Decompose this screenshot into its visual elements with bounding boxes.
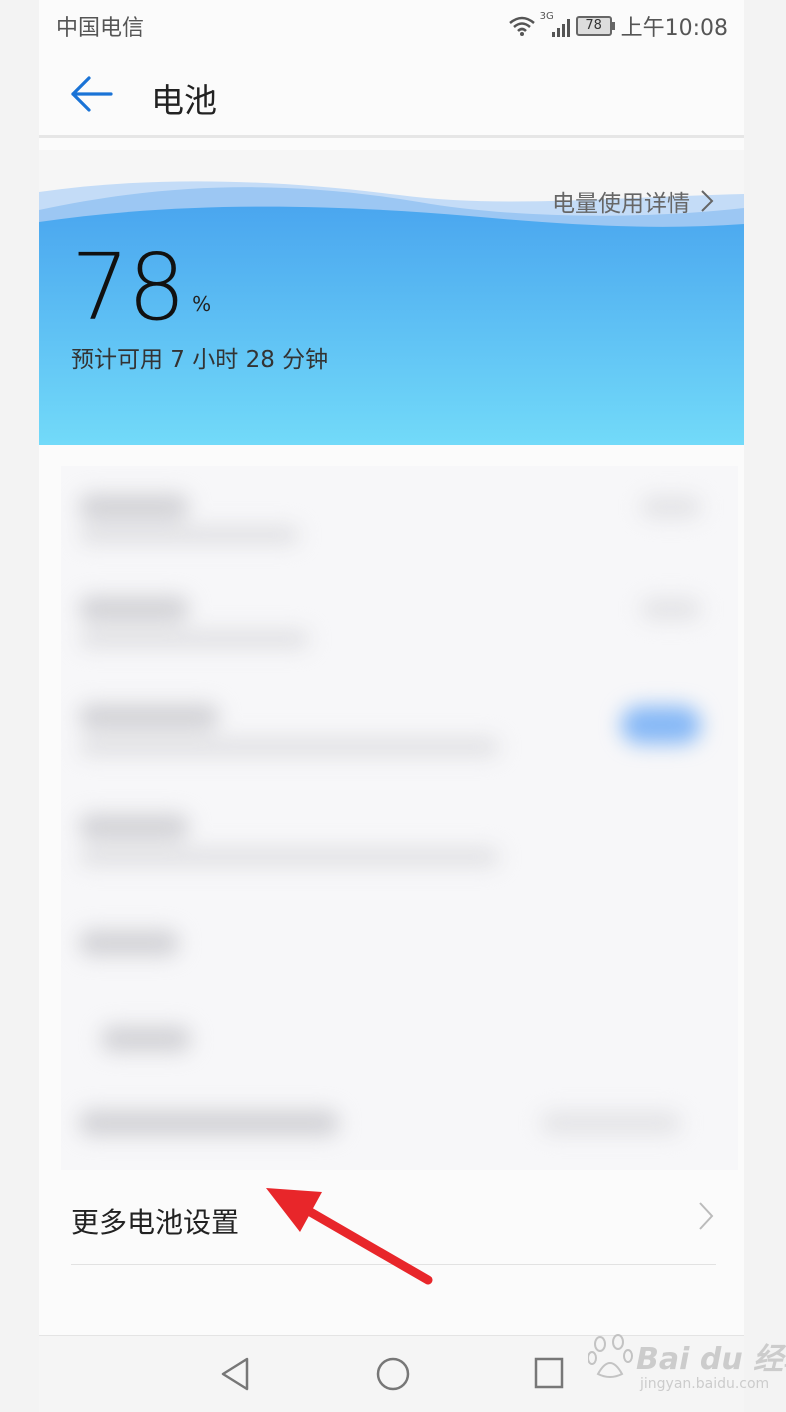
battery-hero: 电量使用详情 78 % 预计可用 7 小时 28 分钟: [39, 150, 744, 445]
chevron-right-icon: [699, 1202, 714, 1230]
clock: 上午10:08: [620, 16, 728, 41]
blurred-row: [61, 682, 738, 792]
status-icons: 3G 78 上午10:08: [508, 10, 728, 42]
more-battery-settings[interactable]: 更多电池设置: [71, 1175, 716, 1265]
phone-screen: 中国电信 3G 78 上午10:08 电池 电量使用详情 78 % 预计可用 7…: [39, 0, 744, 1412]
signal-icon: 3G: [540, 11, 570, 37]
paw-icon: [588, 1334, 633, 1378]
blurred-row: [61, 900, 738, 1010]
blurred-row: [61, 792, 738, 902]
chevron-right-icon: [701, 190, 714, 212]
battery-level-text: 78: [575, 16, 612, 36]
battery-percent-display: 78 %: [71, 242, 211, 334]
network-type: 3G: [539, 11, 554, 22]
nav-recents-icon[interactable]: [533, 1356, 565, 1390]
usage-details-link[interactable]: 电量使用详情: [552, 184, 714, 218]
watermark-text: Bai du 经验: [636, 1342, 786, 1377]
blurred-row: [61, 1086, 738, 1170]
percent-unit: %: [192, 292, 212, 316]
nav-home-icon[interactable]: [375, 1356, 411, 1392]
blurred-row: [61, 574, 738, 684]
nav-back-icon[interactable]: [219, 1356, 251, 1392]
more-battery-settings-label: 更多电池设置: [71, 1206, 240, 1239]
blurred-row: [61, 466, 738, 576]
baidu-watermark: Bai du 经验 jingyan.baidu.com: [588, 1328, 786, 1398]
page-title: 电池: [151, 81, 217, 120]
status-bar: 中国电信 3G 78 上午10:08: [39, 0, 744, 50]
watermark-url: jingyan.baidu.com: [640, 1376, 770, 1392]
carrier-name: 中国电信: [56, 16, 145, 41]
usage-details-label: 电量使用详情: [552, 191, 690, 217]
back-arrow-icon[interactable]: [69, 74, 115, 114]
battery-icon: 78: [575, 16, 615, 36]
battery-percent: 78: [71, 234, 186, 341]
remaining-time: 预计可用 7 小时 28 分钟: [71, 347, 329, 373]
action-bar: 电池: [39, 50, 744, 138]
blurred-settings-list: [61, 466, 738, 1170]
wifi-icon: [508, 16, 535, 36]
